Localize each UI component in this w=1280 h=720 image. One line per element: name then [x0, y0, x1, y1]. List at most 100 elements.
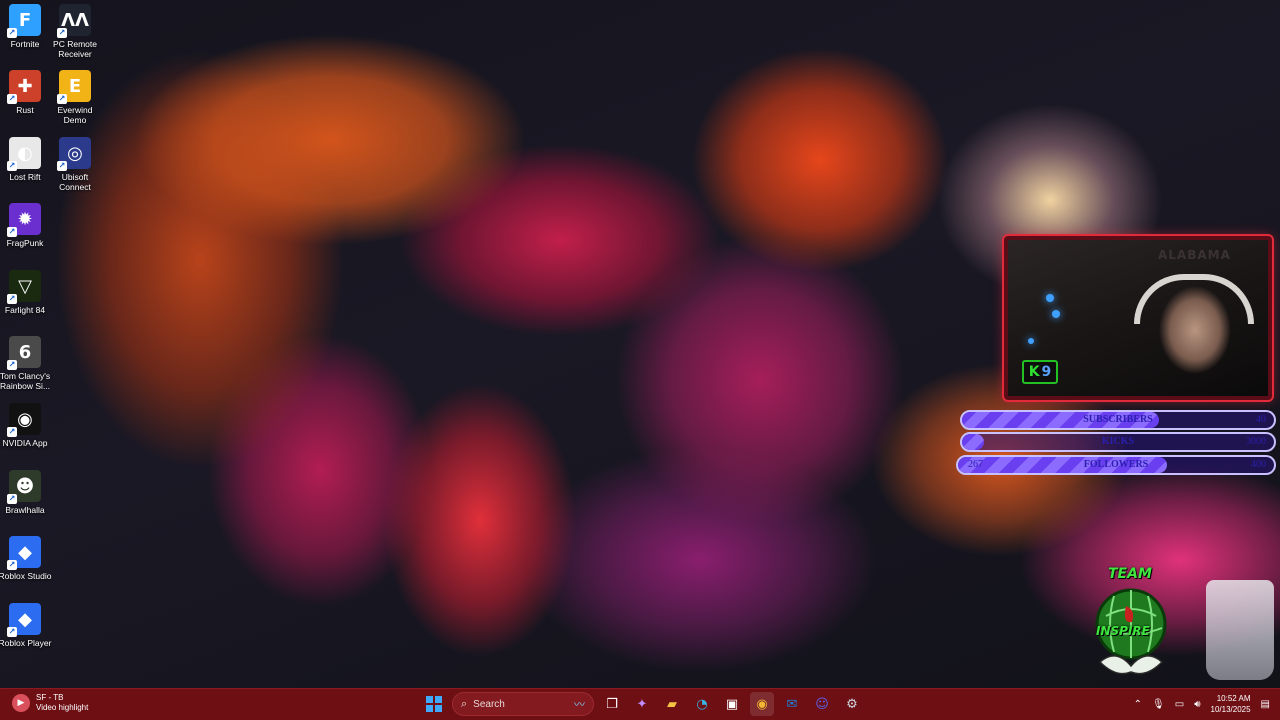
goal-target: 3000	[1246, 436, 1266, 447]
chrome-icon[interactable]: ◉	[750, 692, 774, 716]
desktop-shortcut-label: PC Remote Receiver	[53, 39, 97, 59]
desktop-shortcut[interactable]: 6 ↗ Tom Clancy's Rainbow Si...	[0, 336, 50, 391]
team-logo-bottom-text: INSPIRE	[1096, 624, 1150, 638]
shortcut-arrow-icon: ↗	[7, 161, 17, 171]
goal-bar-kicks: KICKS 3000	[960, 432, 1276, 452]
shortcut-arrow-icon: ↗	[57, 28, 67, 38]
desktop-shortcut[interactable]: ◎ ↗ Ubisoft Connect	[50, 137, 100, 192]
goal-target: 40	[1256, 414, 1266, 425]
desktop-shortcut-label: NVIDIA App	[2, 438, 48, 448]
shortcut-arrow-icon: ↗	[7, 360, 17, 370]
discord-icon[interactable]: ☺	[810, 692, 834, 716]
shortcut-arrow-icon: ↗	[7, 494, 17, 504]
team-logo-top-text: TEAM	[1108, 566, 1152, 582]
fortnite-icon: F ↗	[7, 4, 41, 38]
desktop-shortcut[interactable]: F ↗ Fortnite	[0, 4, 50, 49]
notification-icon[interactable]: ▤	[1261, 699, 1270, 710]
task-view-icon[interactable]: ❐	[600, 692, 624, 716]
taskbar-search[interactable]: ⌕ Search 〰	[452, 692, 594, 716]
desktop-shortcut-label: FragPunk	[6, 238, 44, 248]
desktop-shortcut-label: Lost Rift	[9, 172, 41, 182]
webcam-overlay: ALABAMA K 9	[1002, 234, 1274, 402]
goal-bar-subscribers: SUBSCRIBERS 40	[960, 410, 1276, 430]
copilot-icon[interactable]: ✦	[630, 692, 654, 716]
shortcut-arrow-icon: ↗	[7, 294, 17, 304]
kick-logo-icon: K	[1028, 364, 1040, 380]
network-icon[interactable]: ▭	[1175, 699, 1184, 710]
lost-rift-icon: ◐ ↗	[7, 137, 41, 171]
steam-icon[interactable]: ⚙	[840, 692, 864, 716]
desktop-shortcut[interactable]: ◆ ↗ Roblox Player	[0, 603, 52, 648]
blue-light-icon	[1052, 310, 1060, 318]
desktop-shortcut[interactable]: ΛΛ ↗ PC Remote Receiver	[50, 4, 100, 59]
widget-title: SF - TB	[36, 693, 64, 702]
volume-icon[interactable]: 🔊︎	[1194, 699, 1200, 710]
clock[interactable]: 10:52 AM 10/13/2025	[1211, 693, 1251, 715]
microphone-icon[interactable]: 🎙︎	[1152, 699, 1165, 710]
edge-icon[interactable]: ◔	[690, 692, 714, 716]
desktop-shortcut[interactable]: ☻ ↗ Brawlhalla	[0, 470, 50, 515]
widget-subtitle: Video highlight	[36, 703, 89, 712]
desktop-shortcut-label: Roblox Studio	[0, 571, 52, 581]
search-highlight-icon: 〰	[574, 699, 585, 711]
desktop-shortcut[interactable]: ◆ ↗ Roblox Studio	[0, 536, 52, 581]
desktop-shortcut-label: Ubisoft Connect	[59, 172, 91, 192]
desktop-shortcut[interactable]: ▽ ↗ Farlight 84	[0, 270, 50, 315]
taskbar-center: ⌕ Search 〰 ❐ ✦ ▰ ◔ ▣ ◉ ✉ ☺ ⚙	[422, 692, 864, 716]
microsoft-store-icon[interactable]: ▣	[720, 692, 744, 716]
search-icon: ⌕	[461, 697, 468, 710]
goal-target: 400	[1251, 459, 1266, 470]
chevron-up-icon[interactable]: ⌃	[1134, 699, 1142, 710]
desktop-shortcut[interactable]: ◐ ↗ Lost Rift	[0, 137, 50, 182]
roblox-player-icon: ◆ ↗	[7, 603, 41, 637]
blue-light-icon	[1046, 294, 1054, 302]
desktop-shortcut[interactable]: ◉ ↗ NVIDIA App	[0, 403, 50, 448]
taskbar-widget[interactable]: ▶ SF - TB Video highlight	[12, 693, 88, 713]
shortcut-arrow-icon: ↗	[7, 427, 17, 437]
farlight-icon: ▽ ↗	[7, 270, 41, 304]
cam-banner-text: ALABAMA	[1158, 248, 1231, 262]
desktop-shortcut-label: Farlight 84	[4, 305, 46, 315]
team-inspire-logo: TEAM INSPIRE	[1086, 566, 1176, 684]
shortcut-arrow-icon: ↗	[7, 28, 17, 38]
file-explorer-icon[interactable]: ▰	[660, 692, 684, 716]
goal-name: FOLLOWERS	[1083, 459, 1149, 470]
shortcut-arrow-icon: ↗	[7, 560, 17, 570]
kick-badge: K 9	[1022, 360, 1058, 384]
taskbar: ▶ SF - TB Video highlight ⌕ Search 〰 ❐ ✦ ▰…	[0, 688, 1280, 720]
shortcut-arrow-icon: ↗	[7, 94, 17, 104]
desktop-shortcut[interactable]: ✹ ↗ FragPunk	[0, 203, 50, 248]
clock-time: 10:52 AM	[1216, 694, 1251, 703]
pc-remote-icon: ΛΛ ↗	[57, 4, 91, 38]
video-highlight-icon: ▶	[12, 694, 30, 712]
start-button[interactable]	[422, 692, 446, 716]
desktop-shortcut-label: Rust	[16, 105, 34, 115]
desktop-shortcut[interactable]: ✚ ↗ Rust	[0, 70, 50, 115]
taskbar-apps: ❐ ✦ ▰ ◔ ▣ ◉ ✉ ☺ ⚙	[600, 692, 864, 716]
desktop-shortcut-label: Brawlhalla	[5, 505, 45, 515]
shortcut-arrow-icon: ↗	[7, 227, 17, 237]
goal-bar-followers: 267 FOLLOWERS 400	[956, 455, 1276, 475]
glass-cup	[1206, 580, 1274, 680]
desktop-shortcut[interactable]: E ↗ Everwind Demo	[50, 70, 100, 125]
kick-badge-number: 9	[1041, 364, 1052, 380]
shortcut-arrow-icon: ↗	[57, 161, 67, 171]
shortcut-arrow-icon: ↗	[7, 627, 17, 637]
brawlhalla-icon: ☻ ↗	[7, 470, 41, 504]
search-placeholder: Search	[473, 698, 505, 710]
ubisoft-icon: ◎ ↗	[57, 137, 91, 171]
windows-logo-icon	[426, 696, 442, 712]
nvidia-icon: ◉ ↗	[7, 403, 41, 437]
shortcut-arrow-icon: ↗	[57, 94, 67, 104]
goal-name: SUBSCRIBERS	[1083, 414, 1153, 425]
blue-light-icon	[1028, 338, 1034, 344]
everwind-icon: E ↗	[57, 70, 91, 104]
desktop-shortcut-label: Fortnite	[10, 39, 40, 49]
goal-name: KICKS	[1101, 436, 1135, 447]
roblox-studio-icon: ◆ ↗	[7, 536, 41, 570]
outlook-icon[interactable]: ✉	[780, 692, 804, 716]
fragpunk-icon: ✹ ↗	[7, 203, 41, 237]
desktop-shortcut-label: Tom Clancy's Rainbow Si...	[0, 371, 51, 391]
desktop-shortcut-label: Everwind Demo	[57, 105, 93, 125]
desktop-shortcut-label: Roblox Player	[0, 638, 52, 648]
